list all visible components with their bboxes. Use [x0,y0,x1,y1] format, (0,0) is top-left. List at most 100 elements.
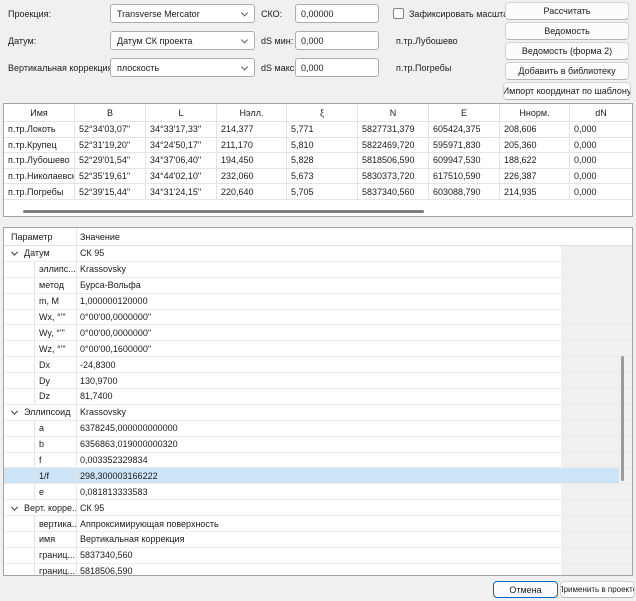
vertical-scrollbar[interactable] [621,356,624,481]
table-cell: 605424,375 [429,122,500,138]
column-header: N [358,104,429,122]
tree-param-label: Верт. корре... [24,500,76,515]
table-cell: 0,000 [570,169,632,185]
fix-scale-checkbox[interactable] [393,8,404,19]
param-column-header: Параметр [11,228,53,246]
table-cell: 52°39'15,44'' [75,184,146,200]
calculate-button[interactable]: Рассчитать [505,2,629,20]
table-cell: 205,360 [500,138,570,154]
apply-button[interactable]: Применить в проекте [560,581,635,598]
tree-row[interactable]: m, M 1,000000120000 [4,294,632,310]
table-cell: 603088,790 [429,184,500,200]
tree-param-value: -24,8300 [80,357,557,372]
table-row[interactable]: п.тр.Погребы52°39'15,44''34°31'24,15''22… [4,184,632,200]
ds-max-input[interactable] [295,58,379,77]
tree-row[interactable]: a6378245,000000000000 [4,421,632,437]
table-row[interactable]: п.тр.Крупец52°31'19,20''34°24'50,17''211… [4,138,632,154]
horizontal-scrollbar[interactable] [23,210,424,213]
cancel-button[interactable]: Отмена [493,581,558,598]
tree-param-label: вертика... [34,516,76,531]
tree-row[interactable]: методБурса-Вольфа [4,278,632,294]
table-row[interactable]: п.тр.Лубошево52°29'01,54''34°37'06,40''1… [4,153,632,169]
tree-param-label: b [34,437,76,452]
table-cell: 0,000 [570,153,632,169]
tree-param-value: 5837340,560 [80,548,557,563]
tree-param-value: 6378245,000000000000 [80,421,557,436]
table-cell: 5,673 [287,169,358,185]
tree-param-value: 5818506,590 [80,564,557,576]
table-cell: 5837340,560 [358,184,429,200]
table-cell: 34°44'02,10'' [146,169,217,185]
table-cell: 595971,830 [429,138,500,154]
tree-row[interactable]: эллипс... Krassovsky [4,262,632,278]
tree-row[interactable]: Верт. корре... СК 95 [4,500,632,516]
vertical-correction-value: плоскость [117,63,159,73]
table-cell: 208,606 [500,122,570,138]
ds-min-point-label: п.тр.Лубошево [396,31,458,50]
tree-param-value: СК 95 [80,246,557,261]
params-tree-body: ДатумСК 95эллипс... KrassovskyметодБурса-… [4,246,632,576]
report-button[interactable]: Ведомость [505,22,629,40]
tree-param-label: 1/f [34,468,76,483]
projection-value: Transverse Mercator [117,9,200,19]
projection-select[interactable]: Transverse Mercator [110,4,255,23]
tree-param-value: СК 95 [80,500,557,515]
tree-param-value: 0,003352329834 [80,453,557,468]
points-table-body: п.тр.Локоть52°34'03,07''34°33'17,33''214… [4,122,632,200]
tree-row[interactable]: границ... 5818506,590 [4,564,632,576]
tree-row[interactable]: Dz81,7400 [4,389,632,405]
tree-row[interactable]: ЭллипсоидKrassovsky [4,405,632,421]
datum-select[interactable]: Датум СК проекта [110,31,255,50]
table-row[interactable]: п.тр.Локоть52°34'03,07''34°33'17,33''214… [4,122,632,138]
table-cell: 34°31'24,15'' [146,184,217,200]
table-cell: 34°33'17,33'' [146,122,217,138]
table-cell: 0,000 [570,122,632,138]
tree-row[interactable]: 1/f298,300003166222 [4,468,632,484]
tree-param-label: m, M [34,294,76,309]
tree-param-label: Wx, °'" [34,310,76,325]
tree-row[interactable]: ДатумСК 95 [4,246,632,262]
table-cell: 232,060 [217,169,287,185]
tree-param-label: Эллипсоид [24,405,76,420]
tree-row[interactable]: Wy, °'"0°00'00,0000000" [4,325,632,341]
table-cell: 226,387 [500,169,570,185]
ds-min-input[interactable] [295,31,379,50]
tree-param-value: 1,000000120000 [80,294,557,309]
add-to-library-button[interactable]: Добавить в библиотеку [505,62,629,80]
sko-input[interactable] [295,4,379,23]
tree-param-value: 81,7400 [80,389,557,404]
report-form2-button[interactable]: Ведомость (форма 2) [505,42,629,60]
table-cell: 34°24'50,17'' [146,138,217,154]
import-coordinates-button[interactable]: Импорт координат по шаблону [503,82,631,100]
tree-row[interactable]: Dy130,9700 [4,373,632,389]
column-divider[interactable] [76,228,77,575]
vertical-correction-select[interactable]: плоскость [110,58,255,77]
tree-row[interactable]: границ...5837340,560 [4,548,632,564]
table-row[interactable]: п.тр.Николаевск52°35'19,61''34°44'02,10'… [4,169,632,185]
tree-row[interactable]: b 6356863,019000000320 [4,437,632,453]
tree-param-value: 0°00'00,1600000" [80,341,557,356]
tree-param-value: 6356863,019000000320 [80,437,557,452]
tree-row[interactable]: f 0,003352329834 [4,453,632,469]
projection-label: Проекция: [8,4,51,23]
fix-scale-label: Зафиксировать масштаб [409,4,513,23]
table-cell: п.тр.Крупец [4,138,75,154]
table-cell: 5,771 [287,122,358,138]
tree-param-label: эллипс... [34,262,76,277]
tree-row[interactable]: имяВертикальная коррекция [4,532,632,548]
chevron-down-icon [241,9,248,16]
tree-row[interactable]: Wz, °'"0°00'00,1600000" [4,341,632,357]
tree-param-value: Вертикальная коррекция [80,532,557,547]
tree-row[interactable]: Wx, °'"0°00'00,0000000" [4,310,632,326]
tree-param-label: f [34,453,76,468]
tree-row[interactable]: Dx-24,8300 [4,357,632,373]
table-cell: 5818506,590 [358,153,429,169]
table-cell: 211,170 [217,138,287,154]
tree-row[interactable]: вертика...Аппроксимирующая поверхность [4,516,632,532]
tree-row[interactable]: e0,081813333583 [4,484,632,500]
tree-param-value: Krassovsky [80,262,557,277]
table-cell: 52°31'19,20'' [75,138,146,154]
column-header: Ннорм. [500,104,570,122]
tree-param-label: границ... [34,564,76,576]
tree-param-value: Бурса-Вольфа [80,278,557,293]
